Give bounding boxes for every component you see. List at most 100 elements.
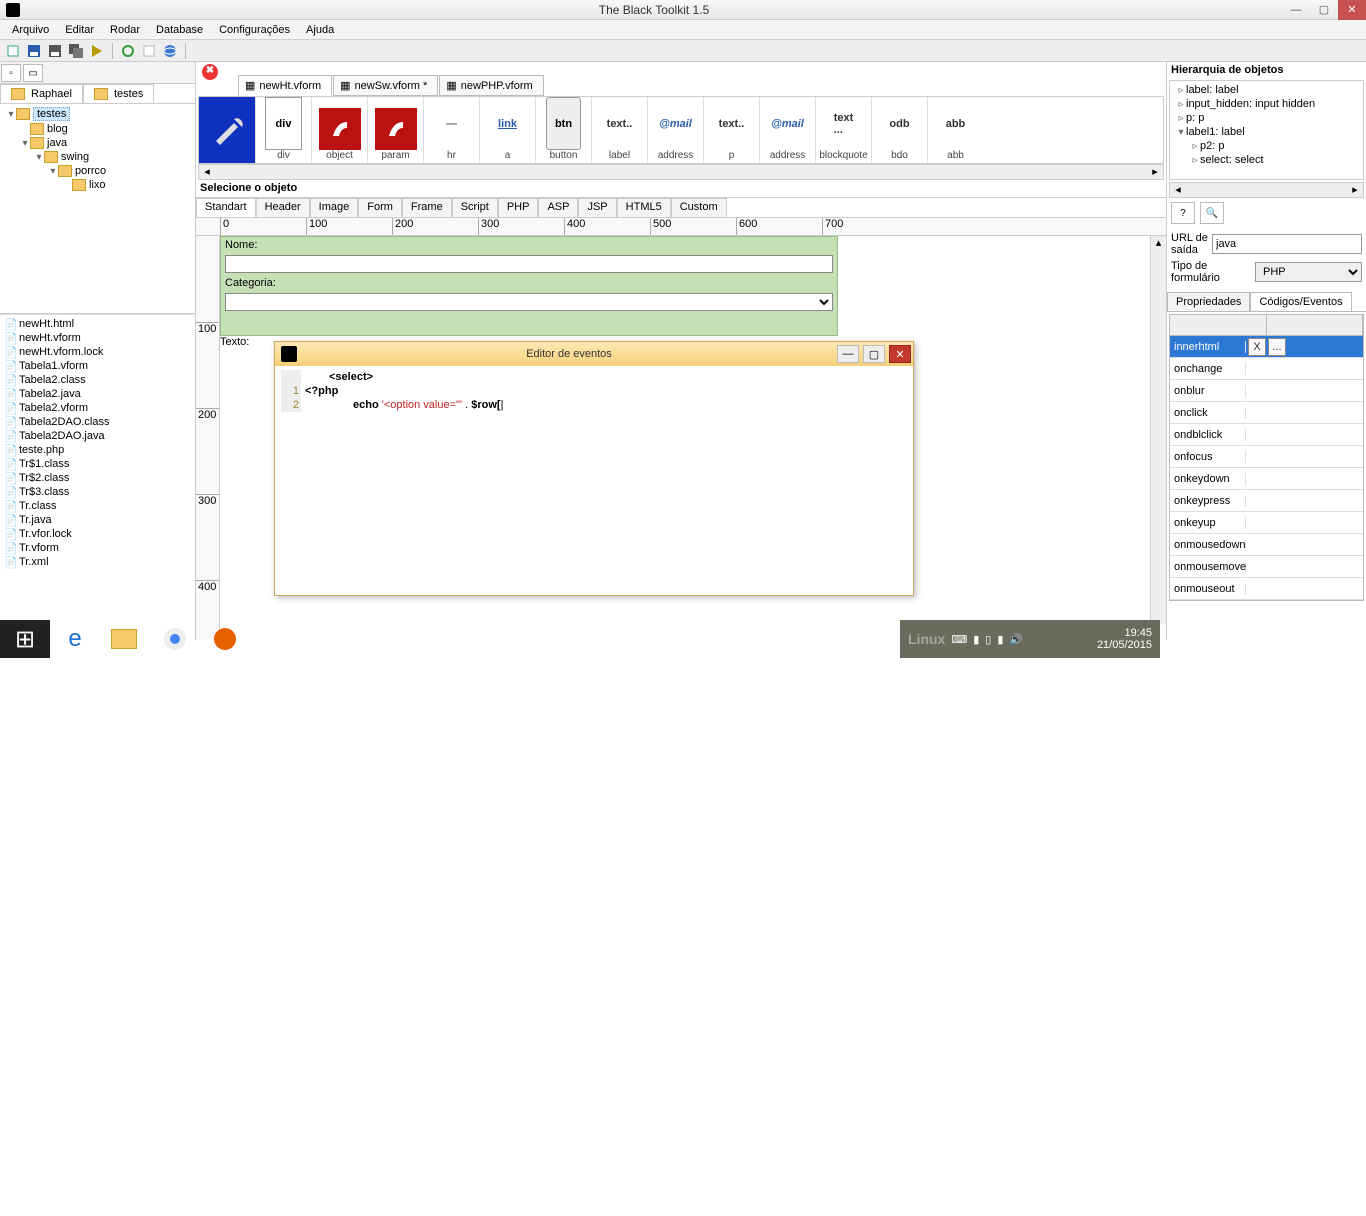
- file-item[interactable]: 📄newHt.vform: [2, 331, 193, 345]
- design-tab-script[interactable]: Script: [452, 198, 498, 217]
- event-editor-window[interactable]: Editor de eventos — ▢ ✕ 1 2 <: [274, 341, 914, 596]
- scroll-left-icon[interactable]: ◂: [1170, 183, 1186, 197]
- cancel-icon[interactable]: ✖: [202, 64, 218, 80]
- event-row[interactable]: onkeyup: [1170, 512, 1363, 534]
- event-row[interactable]: onchange: [1170, 358, 1363, 380]
- events-grid[interactable]: innerhtmlX...onchangeonbluronclickondblc…: [1169, 314, 1364, 601]
- project-tree[interactable]: ▾testesblog▾java▾swing▾porrcolixo: [0, 104, 195, 314]
- event-row[interactable]: onfocus: [1170, 446, 1363, 468]
- event-row[interactable]: onkeydown: [1170, 468, 1363, 490]
- new-icon[interactable]: [4, 42, 22, 60]
- hierarchy-node[interactable]: ▹ label: label: [1172, 83, 1361, 97]
- event-row[interactable]: onmousemove: [1170, 556, 1363, 578]
- design-tab-php[interactable]: PHP: [498, 198, 539, 217]
- battery-icon[interactable]: ▮: [997, 633, 1003, 646]
- palette-item-bdo[interactable]: odbbdo: [871, 97, 927, 163]
- hierarchy-node[interactable]: ▹ input_hidden: input hidden: [1172, 97, 1361, 111]
- prop-tab[interactable]: Propriedades: [1167, 292, 1250, 311]
- scroll-track[interactable]: [215, 165, 1147, 179]
- document-tab[interactable]: ▦newPHP.vform: [439, 75, 543, 96]
- file-item[interactable]: 📄Tr.xml: [2, 555, 193, 569]
- file-item[interactable]: 📄Tr.java: [2, 513, 193, 527]
- globe-icon[interactable]: [161, 42, 179, 60]
- design-tab-custom[interactable]: Custom: [671, 198, 727, 217]
- menu-configurações[interactable]: Configurações: [211, 22, 298, 38]
- design-tab-frame[interactable]: Frame: [402, 198, 452, 217]
- palette-item-blockquote[interactable]: text...blockquote: [815, 97, 871, 163]
- design-tab-jsp[interactable]: JSP: [578, 198, 616, 217]
- design-tab-header[interactable]: Header: [256, 198, 310, 217]
- event-clear-button[interactable]: X: [1248, 338, 1266, 356]
- canvas-vscroll[interactable]: ▴: [1150, 236, 1166, 624]
- nav-new-icon[interactable]: ▫: [1, 64, 21, 82]
- file-item[interactable]: 📄teste.php: [2, 443, 193, 457]
- blank-icon[interactable]: [140, 42, 158, 60]
- nav-del-icon[interactable]: ▭: [23, 64, 43, 82]
- palette-item-object[interactable]: object: [311, 97, 367, 163]
- file-item[interactable]: 📄Tr.class: [2, 499, 193, 513]
- scroll-up-icon[interactable]: ▴: [1151, 236, 1166, 252]
- event-editor-min-button[interactable]: —: [837, 345, 859, 363]
- palette-item-param[interactable]: param: [367, 97, 423, 163]
- menu-database[interactable]: Database: [148, 22, 211, 38]
- menu-ajuda[interactable]: Ajuda: [298, 22, 342, 38]
- tree-node[interactable]: ▾testes: [2, 106, 193, 122]
- hierarchy-node[interactable]: ▹ select: select: [1172, 153, 1361, 167]
- file-list[interactable]: 📄newHt.html📄newHt.vform📄newHt.vform.lock…: [0, 314, 195, 640]
- palette-tool-icon[interactable]: [199, 97, 255, 163]
- palette-item-button[interactable]: btnbutton: [535, 97, 591, 163]
- event-editor-close-button[interactable]: ✕: [889, 345, 911, 363]
- event-row[interactable]: ondblclick: [1170, 424, 1363, 446]
- system-tray[interactable]: Linux ⌨ ▮ ▯ ▮ 🔊 19:45 21/05/2015: [900, 620, 1160, 658]
- file-item[interactable]: 📄Tabela1.vform: [2, 359, 193, 373]
- event-row[interactable]: onclick: [1170, 402, 1363, 424]
- hierarchy-node[interactable]: ▹ p: p: [1172, 111, 1361, 125]
- explorer-icon[interactable]: [100, 620, 150, 658]
- palette-hscroll[interactable]: ◂ ▸: [198, 164, 1164, 180]
- tree-node[interactable]: ▾porrco: [2, 164, 193, 178]
- design-canvas[interactable]: Nome: Categoria: Texto: Editor de evento…: [220, 236, 1150, 640]
- design-tab-html5[interactable]: HTML5: [617, 198, 671, 217]
- event-row[interactable]: innerhtmlX...: [1170, 336, 1363, 358]
- file-item[interactable]: 📄newHt.vform.lock: [2, 345, 193, 359]
- tree-node[interactable]: ▾swing: [2, 150, 193, 164]
- file-item[interactable]: 📄Tabela2.vform: [2, 401, 193, 415]
- volume-icon[interactable]: 🔊: [1009, 633, 1023, 646]
- hierarchy-node[interactable]: ▾ label1: label: [1172, 125, 1361, 139]
- event-row[interactable]: onblur: [1170, 380, 1363, 402]
- menu-arquivo[interactable]: Arquivo: [4, 22, 57, 38]
- start-button[interactable]: ⊞: [0, 620, 50, 658]
- palette-item-a[interactable]: linka: [479, 97, 535, 163]
- refresh-icon[interactable]: [119, 42, 137, 60]
- run-icon[interactable]: [88, 42, 106, 60]
- firefox-icon[interactable]: [200, 620, 250, 658]
- tree-node[interactable]: ▾java: [2, 136, 193, 150]
- scroll-right-icon[interactable]: ▸: [1147, 165, 1163, 179]
- file-item[interactable]: 📄newHt.html: [2, 317, 193, 331]
- design-tab-standart[interactable]: Standart: [196, 198, 256, 217]
- palette-item-address[interactable]: @mailaddress: [647, 97, 703, 163]
- file-item[interactable]: 📄Tr$1.class: [2, 457, 193, 471]
- file-item[interactable]: 📄Tr.vfor.lock: [2, 527, 193, 541]
- event-editor-titlebar[interactable]: Editor de eventos — ▢ ✕: [275, 342, 913, 366]
- file-item[interactable]: 📄Tr$2.class: [2, 471, 193, 485]
- document-tab[interactable]: ▦newSw.vform *: [333, 75, 438, 96]
- palette-item-label[interactable]: text..label: [591, 97, 647, 163]
- design-tab-asp[interactable]: ASP: [538, 198, 578, 217]
- document-tab[interactable]: ▦newHt.vform: [238, 75, 332, 96]
- hierarchy-node[interactable]: ▹ p2: p: [1172, 139, 1361, 153]
- save-icon-2[interactable]: [46, 42, 64, 60]
- event-row[interactable]: onmouseout: [1170, 578, 1363, 600]
- help-icon[interactable]: ?: [1171, 202, 1195, 224]
- ie-icon[interactable]: e: [50, 620, 100, 658]
- event-edit-button[interactable]: ...: [1268, 338, 1286, 356]
- tree-node[interactable]: blog: [2, 122, 193, 136]
- design-tab-image[interactable]: Image: [310, 198, 359, 217]
- formtype-select[interactable]: PHP: [1255, 262, 1362, 282]
- palette-item-abb[interactable]: abbabb: [927, 97, 983, 163]
- scroll-left-icon[interactable]: ◂: [199, 165, 215, 179]
- nome-input[interactable]: [225, 255, 833, 273]
- tray-clock[interactable]: 19:45 21/05/2015: [1097, 627, 1152, 651]
- palette-item-address[interactable]: @mailaddress: [759, 97, 815, 163]
- prop-tab[interactable]: Códigos/Eventos: [1250, 292, 1351, 311]
